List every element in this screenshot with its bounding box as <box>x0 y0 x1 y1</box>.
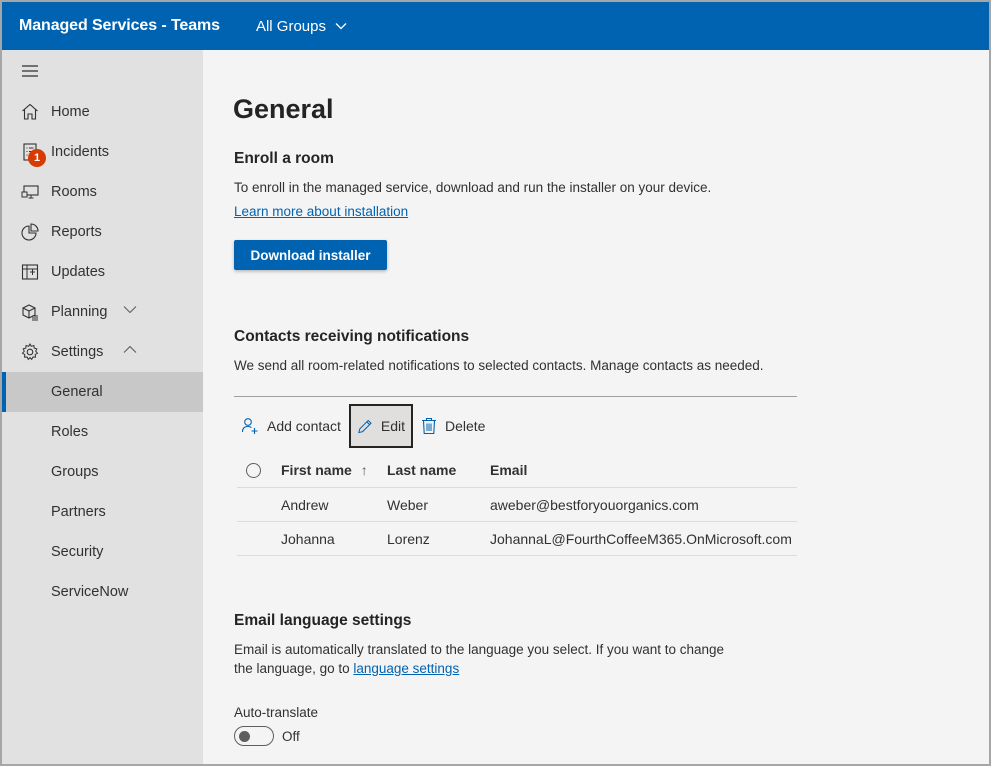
contacts-description: We send all room-related notifications t… <box>234 358 764 373</box>
edit-button[interactable]: Edit <box>349 404 413 448</box>
sidebar-item-label: General <box>51 384 103 400</box>
reports-icon <box>21 223 39 241</box>
delete-label: Delete <box>445 418 486 434</box>
email-language-heading: Email language settings <box>234 612 412 629</box>
column-header-email[interactable]: Email <box>490 462 527 478</box>
sidebar-item-home[interactable]: Home <box>2 92 203 132</box>
sidebar-item-label: Groups <box>51 464 99 480</box>
sidebar-item-settings[interactable]: Settings <box>2 332 203 372</box>
chevron-down-icon <box>123 306 137 314</box>
incidents-count-badge: 1 <box>28 149 46 167</box>
table-cell-last-name: Weber <box>387 497 428 513</box>
sidebar-item-label: Roles <box>51 424 89 440</box>
divider <box>234 396 797 397</box>
sidebar-item-label: Rooms <box>51 184 97 200</box>
column-header-first-name[interactable]: First name ↑ <box>281 462 368 478</box>
row-divider <box>237 487 797 488</box>
updates-icon <box>21 264 39 280</box>
main-content: General Enroll a room To enroll in the m… <box>203 50 989 764</box>
table-cell-first-name: Andrew <box>281 497 329 513</box>
learn-more-link[interactable]: Learn more about installation <box>234 202 408 221</box>
add-contact-label: Add contact <box>267 418 341 434</box>
home-icon <box>22 103 38 120</box>
trash-icon <box>422 417 436 435</box>
sidebar-subitem-security[interactable]: Security <box>2 532 203 572</box>
toggle-state-label: Off <box>282 729 300 744</box>
row-divider <box>237 555 797 556</box>
chevron-up-icon <box>123 345 137 353</box>
sidebar-subitem-partners[interactable]: Partners <box>2 492 203 532</box>
toggle-knob <box>239 731 250 742</box>
sidebar-item-rooms[interactable]: Rooms <box>2 172 203 212</box>
top-bar: Managed Services - Teams All Groups <box>2 2 989 50</box>
chevron-down-icon <box>335 23 347 30</box>
group-selector-label: All Groups <box>255 17 326 35</box>
planning-icon <box>22 304 38 321</box>
language-settings-link[interactable]: language settings <box>353 661 459 676</box>
sidebar-item-label: Settings <box>51 344 104 360</box>
email-language-description: Email is automatically translated to the… <box>234 642 725 657</box>
sidebar-item-label: Incidents <box>51 144 110 160</box>
select-all-radio[interactable] <box>246 463 261 478</box>
settings-icon <box>21 342 39 361</box>
sidebar-item-reports[interactable]: Reports <box>2 212 203 252</box>
table-cell-email: aweber@bestforyouorganics.com <box>490 497 699 513</box>
sidebar-item-label: ServiceNow <box>51 584 129 600</box>
sidebar-subitem-servicenow[interactable]: ServiceNow <box>2 572 203 612</box>
sidebar-item-planning[interactable]: Planning <box>2 292 203 332</box>
hamburger-menu-icon[interactable] <box>22 64 38 78</box>
row-divider <box>237 521 797 522</box>
add-person-icon <box>241 418 258 434</box>
app-window: Managed Services - Teams All Groups Home… <box>0 0 991 766</box>
sidebar-item-label: Planning <box>51 304 108 320</box>
sidebar-item-label: Updates <box>51 264 106 280</box>
sidebar-item-label: Partners <box>51 504 106 520</box>
sidebar-item-label: Security <box>51 544 104 560</box>
sidebar: Home Incidents 1 Rooms Reports Updates P… <box>2 50 203 764</box>
delete-button[interactable]: Delete <box>421 404 485 448</box>
column-header-last-name[interactable]: Last name <box>387 462 456 478</box>
auto-translate-label: Auto-translate <box>234 705 319 720</box>
column-header-label: First name <box>281 462 352 478</box>
add-contact-button[interactable]: Add contact <box>241 404 341 448</box>
auto-translate-toggle[interactable] <box>234 726 274 746</box>
sidebar-subitem-roles[interactable]: Roles <box>2 412 203 452</box>
sidebar-item-updates[interactable]: Updates <box>2 252 203 292</box>
sort-ascending-icon: ↑ <box>360 462 368 478</box>
sidebar-subitem-groups[interactable]: Groups <box>2 452 203 492</box>
contacts-heading: Contacts receiving notifications <box>234 328 470 345</box>
sidebar-subitem-general[interactable]: General <box>2 372 203 412</box>
enroll-description: To enroll in the managed service, downlo… <box>234 180 712 195</box>
app-title: Managed Services - Teams <box>19 17 220 34</box>
pencil-icon <box>358 419 372 433</box>
description-text: the language, go to <box>234 661 354 676</box>
table-cell-first-name: Johanna <box>281 531 335 547</box>
edit-label: Edit <box>380 418 405 434</box>
rooms-icon <box>21 185 39 199</box>
enroll-heading: Enroll a room <box>234 150 334 167</box>
sidebar-item-label: Reports <box>51 224 102 240</box>
email-language-description-line2: the language, go to language settings <box>234 659 459 678</box>
download-installer-button[interactable]: Download installer <box>234 240 387 270</box>
group-selector-dropdown[interactable]: All Groups <box>256 18 347 35</box>
table-cell-last-name: Lorenz <box>387 531 430 547</box>
sidebar-item-label: Home <box>51 104 90 120</box>
table-cell-email: JohannaL@FourthCoffeeM365.OnMicrosoft.co… <box>490 531 792 547</box>
page-title: General <box>233 94 334 124</box>
